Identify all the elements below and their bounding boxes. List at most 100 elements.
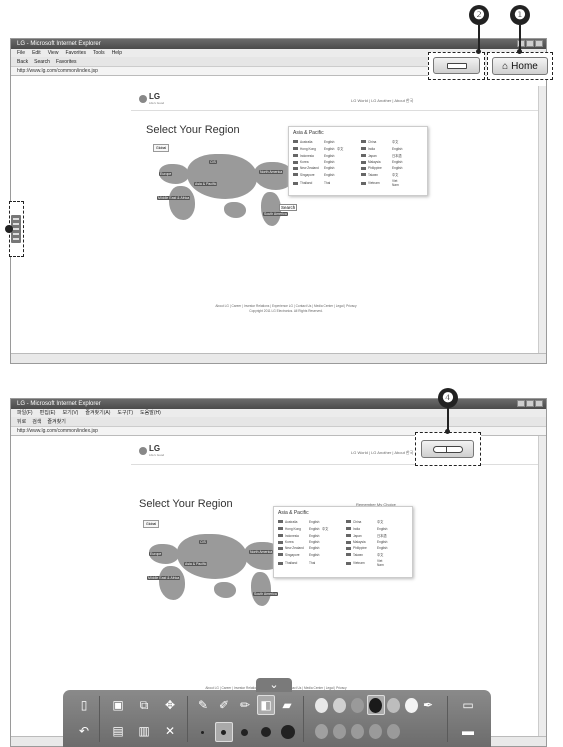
close-button[interactable] xyxy=(535,40,543,47)
close-button[interactable] xyxy=(535,400,543,407)
menu-tools[interactable]: 도구(T) xyxy=(117,409,133,417)
menu-edit[interactable]: 편집(E) xyxy=(40,409,56,417)
menu-help[interactable]: 도움말(H) xyxy=(140,409,161,417)
map-tag-middle-east-africa[interactable]: Middle East & Africa xyxy=(157,196,191,200)
menu-file[interactable]: 파일(F) xyxy=(17,409,33,417)
color-swatch[interactable] xyxy=(351,698,364,713)
map-tag-north-america[interactable]: North America xyxy=(249,550,274,554)
region-item[interactable]: Australia English xyxy=(293,139,355,144)
color-swatch[interactable] xyxy=(387,698,400,713)
region-item[interactable]: Japan 日本語 xyxy=(346,533,408,538)
paste-icon[interactable]: ▤ xyxy=(111,724,125,738)
global-button[interactable]: Global xyxy=(143,520,160,528)
map-tag-europe[interactable]: Europe xyxy=(149,552,163,556)
map-tag-north-america[interactable]: North America xyxy=(259,170,284,174)
region-item[interactable]: Indonesia English xyxy=(278,533,340,538)
footer-links[interactable]: About LG | Career | Investor Relations |… xyxy=(141,304,431,308)
region-item[interactable]: Philippine English xyxy=(346,546,408,550)
lg-logo[interactable]: LG Life's Good xyxy=(139,92,164,105)
new-page-icon[interactable]: ▯ xyxy=(77,698,91,712)
map-south-america[interactable] xyxy=(261,192,281,226)
map-tag-south-america[interactable]: South America xyxy=(253,592,278,596)
print-icon[interactable]: ▬ xyxy=(461,724,475,738)
eraser-icon[interactable]: ▰ xyxy=(280,698,294,712)
region-item[interactable]: India English xyxy=(346,526,408,531)
region-item[interactable]: Thailand Thai xyxy=(293,179,355,187)
region-item[interactable]: Vietnam Viet Nam xyxy=(361,179,423,187)
minimize-button[interactable] xyxy=(517,400,525,407)
region-item[interactable]: Australia English xyxy=(278,519,340,524)
copy-icon[interactable]: ▣ xyxy=(111,698,125,712)
menu-favorites[interactable]: Favorites xyxy=(65,49,86,57)
region-item[interactable]: Philippine English xyxy=(361,166,423,170)
region-item[interactable]: New Zealand English xyxy=(278,546,340,550)
brush-icon[interactable]: ✏ xyxy=(238,698,252,712)
menu-view[interactable]: 보기(V) xyxy=(62,409,78,417)
save-icon[interactable]: ▭ xyxy=(461,698,475,712)
pen-icon[interactable]: ✎ xyxy=(196,698,210,712)
color-swatch[interactable] xyxy=(315,698,328,713)
region-item[interactable]: Japan 日本語 xyxy=(361,153,423,158)
bucket-icon[interactable]: ◧ xyxy=(259,698,273,712)
region-item[interactable]: Indonesia English xyxy=(293,153,355,158)
color-swatch[interactable] xyxy=(351,724,364,739)
marker-icon[interactable]: ✐ xyxy=(217,698,231,712)
top-links[interactable]: LG World | LG Another | About 한국 xyxy=(351,450,413,456)
color-swatch[interactable] xyxy=(369,724,382,739)
chevron-down-icon[interactable]: ⌄ xyxy=(256,678,292,692)
region-item[interactable]: Korea English xyxy=(293,160,355,164)
side-keyboard-tab[interactable] xyxy=(5,201,28,257)
vertical-scrollbar[interactable] xyxy=(538,86,546,353)
map-australia[interactable] xyxy=(224,202,246,218)
region-item[interactable]: China 中文 xyxy=(346,519,408,524)
top-links[interactable]: LG World | LG Another | About 한국 xyxy=(351,98,413,104)
map-asia[interactable] xyxy=(187,154,257,199)
size-1-dot[interactable] xyxy=(201,731,204,734)
region-item[interactable]: Singapore English xyxy=(293,172,355,177)
region-item[interactable]: Hong Kong English 中文 xyxy=(278,526,340,531)
home-button[interactable]: ⌂ Home xyxy=(492,57,548,75)
size-4-dot[interactable] xyxy=(261,727,271,737)
move-icon[interactable]: ✥ xyxy=(163,698,177,712)
map-tag-asia-pacific[interactable]: Asia & Pacific xyxy=(184,562,208,566)
menu-favorites[interactable]: 즐겨찾기(A) xyxy=(85,409,110,417)
map-tag-cis[interactable]: CIS xyxy=(199,540,207,544)
region-item[interactable]: Korea English xyxy=(278,540,340,544)
map-tag-cis[interactable]: CIS xyxy=(209,160,217,164)
size-5-dot[interactable] xyxy=(281,725,295,739)
region-item[interactable]: Malaysia English xyxy=(361,160,423,164)
maximize-button[interactable] xyxy=(526,40,534,47)
map-australia[interactable] xyxy=(214,582,236,598)
map-tag-europe[interactable]: Europe xyxy=(159,172,173,176)
map-south-america[interactable] xyxy=(251,572,271,606)
menu-edit[interactable]: Edit xyxy=(32,49,41,57)
color-swatch[interactable] xyxy=(333,724,346,739)
menu-view[interactable]: View xyxy=(48,49,59,57)
region-item[interactable]: Vietnam Viet Nam xyxy=(346,559,408,567)
menu-tools[interactable]: Tools xyxy=(93,49,105,57)
menu-help[interactable]: Help xyxy=(112,49,122,57)
capture-icon[interactable]: ⧉ xyxy=(137,698,151,712)
region-item[interactable]: Singapore English xyxy=(278,552,340,557)
region-item[interactable]: New Zealand English xyxy=(293,166,355,170)
color-swatch[interactable] xyxy=(333,698,346,713)
back-button[interactable]: Back xyxy=(17,57,28,66)
clipboard-icon[interactable]: ▥ xyxy=(137,724,151,738)
global-button[interactable]: Global xyxy=(153,144,170,152)
color-swatch[interactable] xyxy=(369,698,382,713)
back-button[interactable]: 뒤로 xyxy=(17,417,26,426)
map-africa[interactable] xyxy=(169,186,195,220)
color-picker-icon[interactable]: ✒ xyxy=(421,698,435,712)
color-swatch[interactable] xyxy=(405,698,418,713)
size-2-dot[interactable] xyxy=(221,730,226,735)
undo-icon[interactable]: ↶ xyxy=(77,724,91,738)
menu-file[interactable]: File xyxy=(17,49,25,57)
favorites-button[interactable]: 즐겨찾기 xyxy=(47,417,65,426)
map-africa[interactable] xyxy=(159,566,185,600)
search-button[interactable]: Search xyxy=(34,57,50,66)
favorites-button[interactable]: Favorites xyxy=(56,57,77,66)
map-tag-middle-east-africa[interactable]: Middle East & Africa xyxy=(147,576,181,580)
size-3-dot[interactable] xyxy=(241,729,248,736)
search-button[interactable]: 검색 xyxy=(32,417,41,426)
region-item[interactable]: Taiwan 中文 xyxy=(361,172,423,177)
